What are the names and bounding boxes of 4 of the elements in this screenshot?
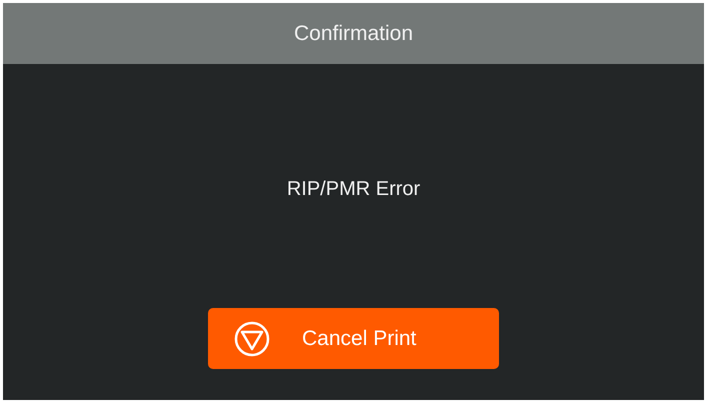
cancel-print-button[interactable]: Cancel Print [208,308,499,369]
error-message: RIP/PMR Error [286,177,420,202]
stop-icon [234,320,270,356]
window-title: Confirmation [294,20,414,47]
